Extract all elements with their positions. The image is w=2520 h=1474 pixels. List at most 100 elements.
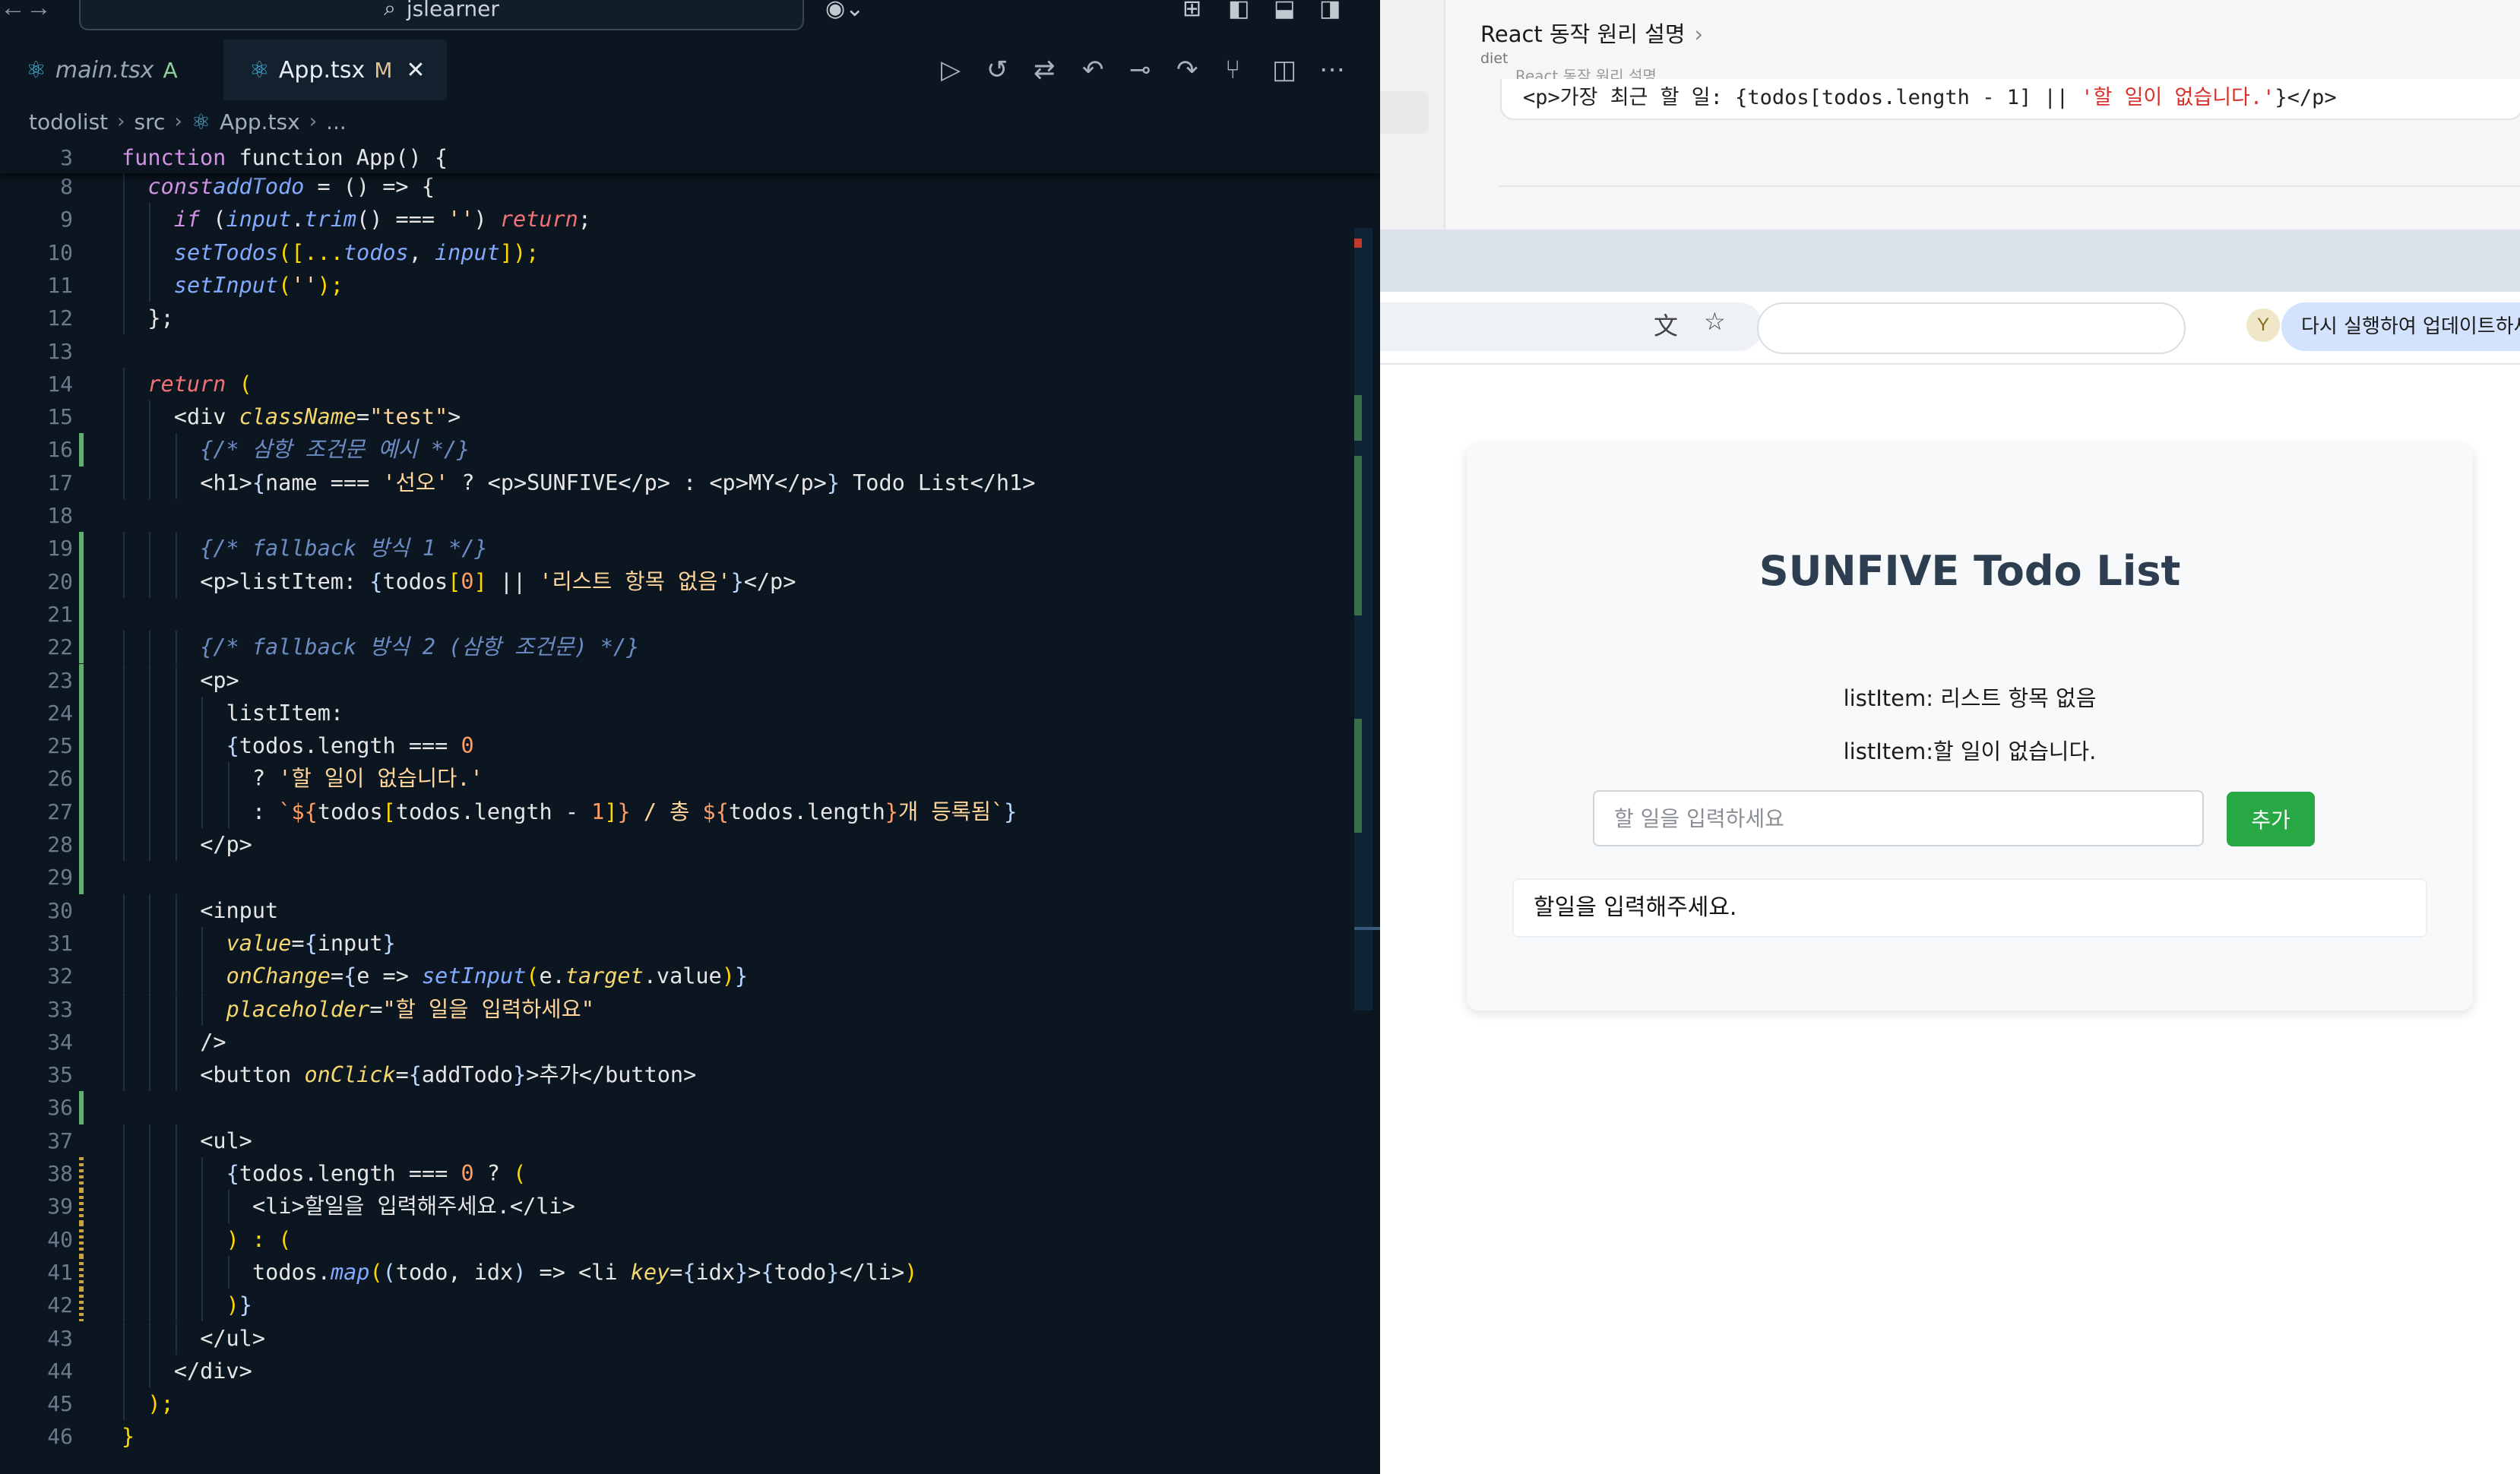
- code-line[interactable]: 32 onChange={e => setInput(e.target.value…: [0, 960, 1353, 993]
- code-line[interactable]: 16 {/* 삼항 조건문 예시 */}: [0, 433, 1353, 467]
- go-back-change-icon[interactable]: ↶: [1082, 55, 1104, 85]
- code-line[interactable]: 34 />: [0, 1025, 1353, 1059]
- breadcrumb-item[interactable]: src: [135, 109, 166, 134]
- minimap-change-mark: [1354, 456, 1362, 615]
- code-line[interactable]: 9 if (input.trim() === '') return;: [0, 203, 1353, 236]
- indent-guide: [175, 926, 177, 960]
- indent-guide: [201, 1190, 204, 1223]
- code-line[interactable]: 8 constaddTodo = () => {: [0, 170, 1353, 204]
- bookmark-star-icon[interactable]: ☆: [1704, 307, 1726, 336]
- code-text: };: [147, 305, 174, 331]
- code-line[interactable]: 21: [0, 597, 1353, 631]
- line-number: 11: [47, 272, 73, 298]
- react-file-icon: ⚛: [249, 56, 270, 84]
- code-text: />: [200, 1029, 226, 1055]
- code-line[interactable]: 10 setTodos([...todos, input]);: [0, 236, 1353, 269]
- indent-guide: [201, 960, 204, 993]
- compare-changes-icon[interactable]: ⇄: [1034, 55, 1056, 85]
- code-text: <h1>{name === '선오' ? <p>SUNFIVE</p> : <p…: [200, 470, 1036, 495]
- code-line[interactable]: 38 {todos.length === 0 ? (: [0, 1157, 1353, 1191]
- code-line[interactable]: 28 </p>: [0, 828, 1353, 862]
- add-button[interactable]: 추가: [2227, 792, 2315, 846]
- indent-guide: [123, 1289, 125, 1322]
- indent-guide: [201, 1289, 204, 1322]
- tab-main-tsx[interactable]: ⚛ main.tsx A: [0, 40, 231, 100]
- chevron-right-icon: ›: [117, 110, 125, 133]
- avatar[interactable]: Y: [2246, 308, 2280, 342]
- indent-guide: [123, 1124, 125, 1157]
- forward-arrow-icon[interactable]: →: [26, 0, 53, 21]
- code-line[interactable]: 42)}: [0, 1289, 1353, 1322]
- layout-icon[interactable]: ⊞: [1182, 0, 1201, 22]
- code-line[interactable]: 17 <h1>{name === '선오' ? <p>SUNFIVE</p> : …: [0, 466, 1353, 499]
- sticky-scroll-line[interactable]: 3 function function App() {: [0, 143, 1380, 173]
- indent-guide: [201, 1255, 204, 1289]
- line-number: 28: [47, 832, 73, 857]
- code-line[interactable]: 46}: [0, 1420, 1353, 1453]
- minimap[interactable]: [1354, 228, 1372, 1011]
- source-control-icon[interactable]: ⑂: [1225, 55, 1240, 85]
- run-icon[interactable]: ▷: [941, 55, 961, 85]
- code-line[interactable]: 27: `${todos[todos.length - 1]} / 총 ${to…: [0, 795, 1353, 828]
- line-number: 18: [47, 503, 73, 528]
- translate-icon[interactable]: 文: [1654, 307, 1678, 342]
- code-line[interactable]: 36: [0, 1091, 1353, 1124]
- code-line[interactable]: 35 <button onClick={addTodo}>추가</button>: [0, 1058, 1353, 1092]
- code-line[interactable]: 29: [0, 861, 1353, 894]
- code-line[interactable]: 18: [0, 499, 1353, 532]
- code-line[interactable]: 15 <div className="test">: [0, 400, 1353, 434]
- code-line[interactable]: 37 <ul>: [0, 1124, 1353, 1157]
- code-line[interactable]: 33 placeholder="할 일을 입력하세요": [0, 992, 1353, 1026]
- code-line[interactable]: 31 value={input}: [0, 926, 1353, 960]
- indent-guide: [123, 1058, 125, 1092]
- command-center[interactable]: ⌕ jslearner: [79, 0, 804, 30]
- code-line[interactable]: 24 listItem:: [0, 696, 1353, 730]
- line-number: 32: [47, 963, 73, 989]
- breadcrumb-item[interactable]: App.tsx: [220, 109, 300, 134]
- code-line[interactable]: 40) : (: [0, 1223, 1353, 1256]
- copilot-icon[interactable]: ◉⌄: [825, 0, 864, 22]
- timeline-icon[interactable]: ↺: [986, 55, 1008, 85]
- split-editor-icon[interactable]: ◫: [1272, 55, 1296, 85]
- code-line[interactable]: 25 {todos.length === 0: [0, 729, 1353, 763]
- indent-guide: [149, 1354, 151, 1388]
- indent-guide: [149, 532, 151, 565]
- close-tab-icon[interactable]: ✕: [406, 57, 425, 84]
- indent-guide: [123, 1387, 125, 1421]
- code-line[interactable]: 13: [0, 335, 1353, 368]
- back-arrow-icon[interactable]: ←: [0, 0, 27, 21]
- code-line[interactable]: 26 ? '할 일이 없습니다.': [0, 762, 1353, 796]
- indent-guide: [175, 565, 177, 598]
- minimap-change-mark: [1354, 719, 1362, 833]
- code-line[interactable]: 23 <p>: [0, 663, 1353, 697]
- line-number: 9: [60, 207, 73, 232]
- more-actions-icon[interactable]: ⋯: [1319, 55, 1345, 85]
- update-button[interactable]: 다시 실행하여 업데이트하세요: [2281, 302, 2520, 351]
- breadcrumb-item[interactable]: ...: [326, 109, 347, 134]
- code-line[interactable]: 30 <input: [0, 894, 1353, 927]
- code-line[interactable]: 22 {/* fallback 방식 2 (삼항 조건문) */}: [0, 631, 1353, 664]
- toggle-sidebar-icon[interactable]: ◧: [1228, 0, 1249, 22]
- code-line[interactable]: 41 todos.map((todo, idx) => <li key={idx}…: [0, 1255, 1353, 1289]
- commit-icon[interactable]: ⊸: [1129, 55, 1151, 85]
- doc-sidebar-item[interactable]: [1380, 91, 1429, 134]
- code-line[interactable]: 39 <li>할일을 입력해주세요.</li>: [0, 1190, 1353, 1223]
- code-line[interactable]: 12};: [0, 302, 1353, 335]
- code-line[interactable]: 44 </div>: [0, 1354, 1353, 1388]
- doc-title[interactable]: React 동작 원리 설명 ›: [1480, 17, 1703, 49]
- go-forward-change-icon[interactable]: ↷: [1176, 55, 1198, 85]
- code-line[interactable]: 11 setInput('');: [0, 268, 1353, 302]
- toggle-secondary-sidebar-icon[interactable]: ◨: [1319, 0, 1341, 22]
- react-file-icon: ⚛: [191, 109, 211, 134]
- breadcrumb-item[interactable]: todolist: [29, 109, 108, 134]
- tab-app-tsx[interactable]: ⚛ App.tsx M ✕: [223, 40, 447, 100]
- code-line[interactable]: 43 </ul>: [0, 1321, 1353, 1355]
- todo-input[interactable]: [1593, 790, 2204, 846]
- code-line[interactable]: 20 <p>listItem: {todos[0] || '리스트 항목 없음'}…: [0, 565, 1353, 598]
- code-line[interactable]: 45);: [0, 1387, 1353, 1421]
- toggle-panel-icon[interactable]: ⬓: [1274, 0, 1295, 22]
- code-text: </div>: [173, 1358, 252, 1384]
- code-line[interactable]: 19 {/* fallback 방식 1 */}: [0, 532, 1353, 565]
- indent-guide: [175, 960, 177, 993]
- code-line[interactable]: 14 return (: [0, 367, 1353, 401]
